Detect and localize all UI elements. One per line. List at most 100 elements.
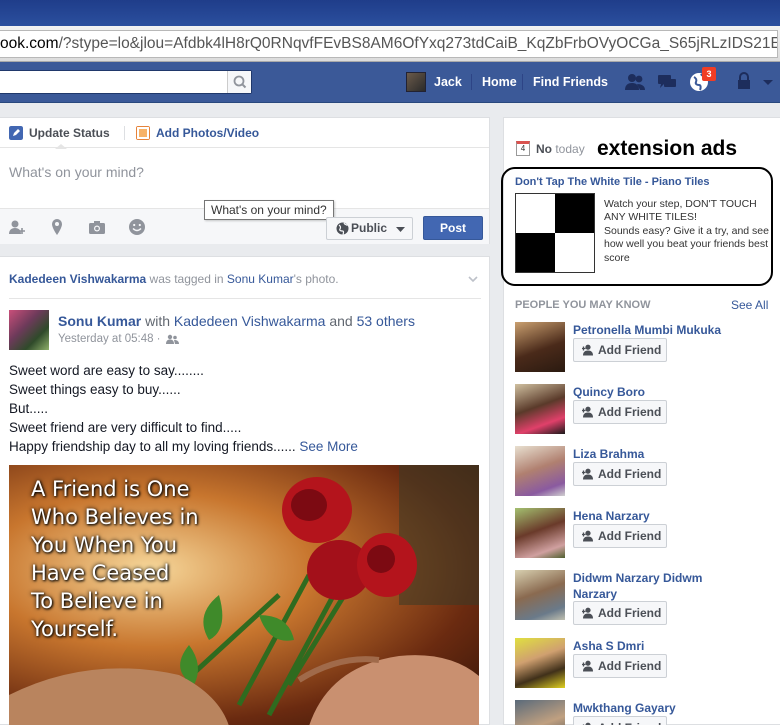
birthday-text: today — [555, 141, 585, 156]
post-line: Sweet friend are very difficult to find.… — [9, 420, 242, 435]
suggested-person-avatar[interactable] — [515, 570, 565, 620]
tab-update-status[interactable]: Update Status — [9, 126, 110, 140]
chevron-down-icon — [396, 227, 405, 232]
story-header-text-end: 's photo. — [293, 272, 339, 286]
ad-description-line: Watch your step, DON'T TOUCH ANY WHITE T… — [604, 198, 757, 224]
photo-owner-link[interactable]: Sonu Kumar — [227, 272, 294, 286]
add-friend-button[interactable]: Add Friend — [573, 462, 667, 486]
search-input[interactable] — [0, 71, 220, 93]
notifications-badge: 3 — [702, 67, 716, 81]
author-profile-picture[interactable] — [9, 310, 49, 350]
globe-icon — [336, 222, 349, 235]
url-path: /?stype=lo&jlou=Afdbk4lH8rQ0RNqvfFEvBS8A… — [58, 35, 778, 52]
calendar-icon: 4 — [516, 141, 530, 156]
quote-line: Have Ceased — [31, 561, 170, 585]
add-friend-button[interactable]: Add Friend — [573, 400, 667, 424]
find-friends-link[interactable]: Find Friends — [533, 62, 608, 102]
quote-line: To Believe in — [31, 589, 163, 613]
divider — [9, 298, 481, 299]
suggested-person-name-link[interactable]: Mwkthang Gayary — [573, 700, 733, 716]
others-link[interactable]: 53 others — [357, 313, 415, 329]
with-person-link[interactable]: Kadedeen Vishwakarma — [174, 313, 326, 329]
friend-requests-icon[interactable] — [624, 71, 646, 93]
story-header: Kadedeen Vishwakarma was tagged in Sonu … — [9, 272, 339, 286]
address-bar[interactable]: ook.com/?stype=lo&jlou=Afdbk4lH8rQ0RNqvf… — [0, 30, 778, 58]
and-text: and — [325, 313, 357, 329]
post-line-last: Happy friendship day to all my loving fr… — [9, 437, 358, 456]
audience-label: Public — [351, 221, 388, 235]
suggested-person-name-link[interactable]: Hena Narzary — [573, 508, 733, 524]
add-friend-label: Add Friend — [598, 529, 662, 543]
news-feed-story: Kadedeen Vishwakarma was tagged in Sonu … — [0, 256, 490, 725]
story-options-chevron-icon[interactable] — [468, 274, 478, 284]
ad-description[interactable]: Watch your step, DON'T TOUCH ANY WHITE T… — [604, 198, 772, 265]
suggested-person-avatar[interactable] — [515, 638, 565, 688]
post-timestamp[interactable]: Yesterday at 05:48 · — [58, 333, 179, 345]
nav-divider — [522, 74, 523, 90]
add-friend-icon — [581, 660, 593, 672]
quote-line: A Friend is One — [31, 477, 190, 501]
photo-quote-text: A Friend is One Who Believes in You When… — [31, 475, 199, 643]
suggested-person-name-link[interactable]: Asha S Dmri — [573, 638, 733, 654]
add-friend-label: Add Friend — [598, 405, 662, 419]
see-more-link[interactable]: See More — [299, 439, 358, 454]
post-line: But..... — [9, 401, 49, 416]
suggested-person-avatar[interactable] — [515, 446, 565, 496]
quote-line: You When You — [31, 533, 178, 557]
add-friend-button[interactable]: Add Friend — [573, 654, 667, 678]
messages-icon[interactable] — [656, 71, 678, 93]
add-friend-label: Add Friend — [598, 343, 662, 357]
account-menu-chevron-icon[interactable] — [760, 71, 776, 93]
search-button[interactable] — [227, 71, 251, 93]
tab-add-photos[interactable]: Add Photos/Video — [136, 126, 259, 140]
post-photo[interactable]: A Friend is One Who Believes in You When… — [9, 465, 479, 725]
status-input[interactable]: What's on your mind? — [9, 164, 144, 180]
add-friend-label: Add Friend — [598, 467, 662, 481]
author-line: Sonu Kumar with Kadedeen Vishwakarma and… — [58, 313, 415, 329]
post-button[interactable]: Post — [423, 216, 483, 240]
pencil-icon — [9, 126, 23, 140]
suggested-person-name-link[interactable]: Didwm Narzary Didwm Narzary — [573, 570, 733, 602]
story-header-text: was tagged in — [146, 272, 227, 286]
add-friend-button[interactable]: Add Friend — [573, 716, 667, 725]
privacy-shortcuts-icon[interactable] — [735, 71, 757, 93]
tagged-person-link[interactable]: Kadedeen Vishwakarma — [9, 272, 146, 286]
profile-link[interactable]: Jack — [434, 62, 462, 102]
search-icon — [233, 75, 247, 89]
tag-friends-icon[interactable] — [8, 218, 26, 236]
suggested-person-name-link[interactable]: Liza Brahma — [573, 446, 733, 462]
suggested-person-avatar[interactable] — [515, 384, 565, 434]
quote-line: Who Believes in — [31, 505, 199, 529]
smiley-icon[interactable] — [128, 218, 146, 236]
suggested-person-avatar[interactable] — [515, 508, 565, 558]
suggested-person-avatar[interactable] — [515, 700, 565, 725]
audience-selector-button[interactable]: Public — [326, 217, 413, 240]
user-avatar[interactable] — [406, 72, 426, 92]
add-friend-icon — [581, 607, 593, 619]
facebook-top-bar: Jack Home Find Friends — [0, 62, 780, 103]
browser-title-bar — [0, 0, 780, 26]
friends-audience-icon — [165, 334, 179, 344]
add-friend-button[interactable]: Add Friend — [573, 338, 667, 362]
add-friend-icon — [581, 344, 593, 356]
ad-title-link[interactable]: Don't Tap The White Tile - Piano Tiles — [515, 176, 710, 188]
author-link[interactable]: Sonu Kumar — [58, 313, 141, 329]
add-friend-icon — [581, 406, 593, 418]
composer-tabs: Update Status Add Photos/Video — [0, 118, 489, 149]
camera-icon[interactable] — [88, 218, 106, 236]
suggested-person-avatar[interactable] — [515, 322, 565, 372]
tab-divider — [124, 126, 125, 140]
add-friend-button[interactable]: Add Friend — [573, 524, 667, 548]
suggested-person-name-link[interactable]: Quincy Boro — [573, 384, 733, 400]
ad-image[interactable] — [515, 193, 595, 273]
quote-line: Yourself. — [31, 617, 119, 641]
status-composer: Update Status Add Photos/Video What's on… — [0, 117, 490, 244]
birthdays-reminder[interactable]: 4 No today — [516, 141, 585, 156]
post-line-text: Happy friendship day to all my loving fr… — [9, 439, 300, 454]
add-friend-button[interactable]: Add Friend — [573, 601, 667, 625]
home-link[interactable]: Home — [482, 62, 517, 102]
see-all-link[interactable]: See All — [731, 298, 768, 312]
location-pin-icon[interactable] — [48, 218, 66, 236]
suggested-person-name-link[interactable]: Petronella Mumbi Mukuka — [573, 322, 733, 338]
browser-toolbar: ook.com/?stype=lo&jlou=Afdbk4lH8rQ0RNqvf… — [0, 26, 780, 62]
